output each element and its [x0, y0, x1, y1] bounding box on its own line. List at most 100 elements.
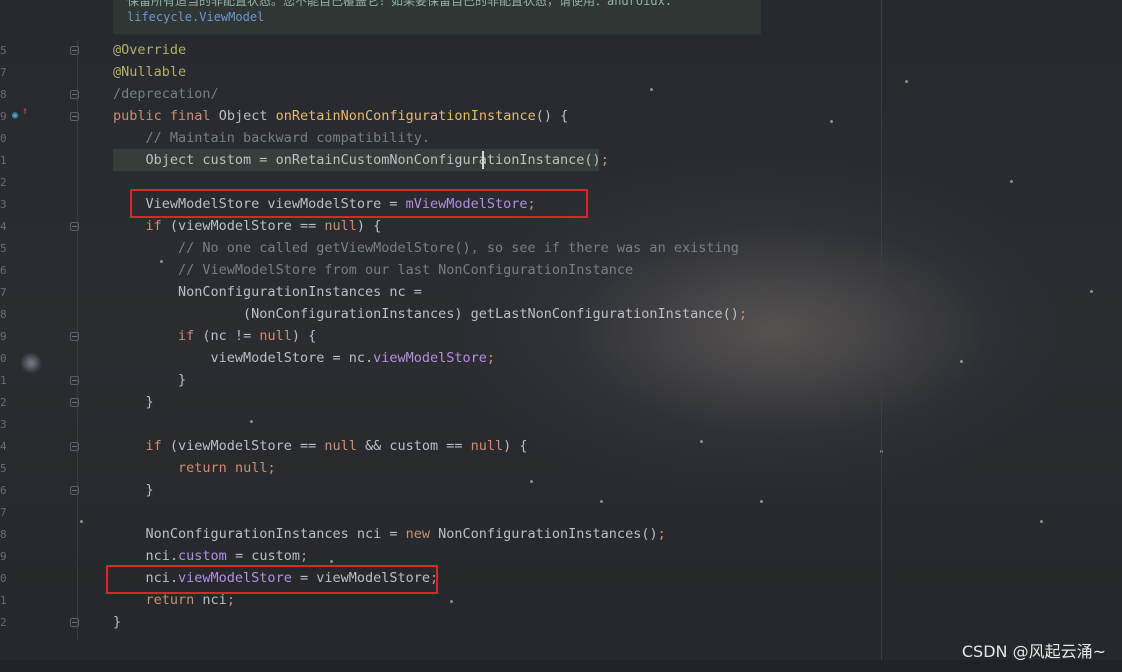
code-text: nci. — [145, 548, 179, 564]
fold-marker-icon[interactable] — [70, 486, 79, 495]
annotation: @Nullable — [113, 64, 187, 80]
code-line: public final Object onRetainNonConfigura… — [113, 106, 568, 126]
background-star — [1040, 520, 1043, 523]
type-name: Object — [218, 108, 268, 124]
fold-marker-icon[interactable] — [70, 90, 79, 99]
line-number: 1 — [0, 154, 7, 167]
background-star — [330, 560, 333, 563]
watermark: CSDN @风起云涌~ — [961, 642, 1106, 661]
line-number: 7 — [0, 506, 7, 519]
highlight-box-nci-viewmodelstore — [106, 565, 438, 594]
line-number: 9 — [0, 550, 7, 563]
code-text: Object custom = — [145, 152, 276, 168]
background-star — [700, 440, 703, 443]
code-line: // No one called getViewModelStore(), so… — [113, 238, 739, 258]
fold-marker-icon[interactable] — [70, 112, 79, 121]
keyword: null — [259, 328, 292, 344]
code-line: NonConfigurationInstances nci = new NonC… — [113, 524, 666, 544]
line-number: 0 — [0, 572, 7, 585]
code-line: if (viewModelStore == null) { — [113, 216, 382, 236]
semicolon: ; — [267, 460, 276, 476]
code-line: viewModelStore = nc.viewModelStore; — [113, 348, 496, 368]
background-star — [450, 600, 453, 603]
background-star — [1090, 290, 1093, 293]
fold-marker-icon[interactable] — [70, 442, 79, 451]
keyword: if — [178, 328, 195, 344]
line-number: 9 — [0, 330, 7, 343]
code-text: = custom — [226, 548, 300, 564]
fold-marker-icon[interactable] — [70, 332, 79, 341]
line-number: 7 — [0, 286, 7, 299]
override-arrow-icon[interactable]: ↑ — [22, 106, 28, 117]
method-call: onRetainCustomNonConfigurationInstance — [275, 152, 585, 168]
fold-marker-icon[interactable] — [70, 222, 79, 231]
line-number: 4 — [0, 220, 7, 233]
keyword: public — [113, 108, 162, 124]
line-number: 5 — [0, 462, 7, 475]
code-text: NonConfigurationInstances nc = — [178, 284, 422, 300]
code-line: if (viewModelStore == null && custom == … — [113, 436, 528, 456]
line-number: 5 — [0, 242, 7, 255]
fold-marker-icon[interactable] — [70, 398, 79, 407]
code-line: @Override — [113, 40, 186, 60]
annotation: @Override — [113, 42, 187, 58]
line-number: 5 — [0, 44, 7, 57]
background-star — [80, 520, 83, 523]
keyword: null — [324, 438, 357, 454]
field-reference: viewModelStore — [373, 350, 487, 366]
line-number: 2 — [0, 396, 7, 409]
punctuation: () { — [535, 108, 569, 124]
quick-documentation-popup: 保留所有适当的非配置状态。您不能自己覆盖它！如果要保留自己的非配置状态，请使用：… — [113, 0, 761, 34]
fold-marker-icon[interactable] — [70, 46, 79, 55]
keyword: new — [405, 526, 430, 542]
text-caret — [482, 151, 484, 169]
field-reference: custom — [178, 548, 227, 564]
code-text: NonConfigurationInstances nci = — [145, 526, 406, 542]
override-gutter-icon[interactable]: ◉ — [12, 110, 18, 121]
code-line: // ViewModelStore from our last NonConfi… — [113, 260, 633, 280]
comment: // ViewModelStore from our last NonConfi… — [178, 262, 634, 278]
code-text: (viewModelStore == — [161, 218, 325, 234]
semicolon: ; — [738, 306, 747, 322]
keyword: return — [145, 592, 195, 608]
punctuation: } — [178, 372, 187, 388]
code-line: } — [113, 480, 154, 500]
line-number: 3 — [0, 418, 7, 431]
line-number: 1 — [0, 374, 7, 387]
code-line: Object custom = onRetainCustomNonConfigu… — [113, 150, 609, 170]
line-number: 6 — [0, 484, 7, 497]
code-line: /deprecation/ — [113, 84, 219, 104]
punctuation: ) { — [356, 218, 382, 234]
line-number: 8 — [0, 528, 7, 541]
line-number: 2 — [0, 176, 7, 189]
highlight-box-viewmodelstore-assign — [130, 189, 588, 218]
background-star — [905, 80, 908, 83]
code-line: @Nullable — [113, 62, 186, 82]
code-line: (NonConfigurationInstances) getLastNonCo… — [113, 304, 747, 324]
keyword: null — [324, 218, 357, 234]
fold-marker-icon[interactable] — [70, 376, 79, 385]
semicolon: ; — [226, 592, 235, 608]
background-star — [650, 88, 653, 91]
code-text: viewModelStore = nc. — [210, 350, 374, 366]
semicolon: ; — [657, 526, 666, 542]
background-star — [1010, 180, 1013, 183]
doc-text-line: 保留所有适当的非配置状态。您不能自己覆盖它！如果要保留自己的非配置状态，请使用：… — [127, 0, 673, 8]
code-line: } — [113, 392, 154, 412]
keyword: if — [145, 218, 162, 234]
code-line: if (nc != null) { — [113, 326, 316, 346]
punctuation: } — [145, 482, 154, 498]
line-number: 0 — [0, 132, 7, 145]
background-star — [760, 500, 763, 503]
code-text: (viewModelStore == — [161, 438, 325, 454]
code-text: && custom == — [356, 438, 471, 454]
code-line: NonConfigurationInstances nc = — [113, 282, 422, 302]
background-star — [830, 120, 833, 123]
folded-annotation[interactable]: /deprecation/ — [113, 86, 219, 102]
doc-link[interactable]: lifecycle.ViewModel — [127, 10, 264, 24]
punctuation: } — [113, 614, 122, 630]
fold-marker-icon[interactable] — [70, 618, 79, 627]
code-text: nci — [194, 592, 227, 608]
background-star — [960, 360, 963, 363]
keyword: null — [234, 460, 268, 476]
